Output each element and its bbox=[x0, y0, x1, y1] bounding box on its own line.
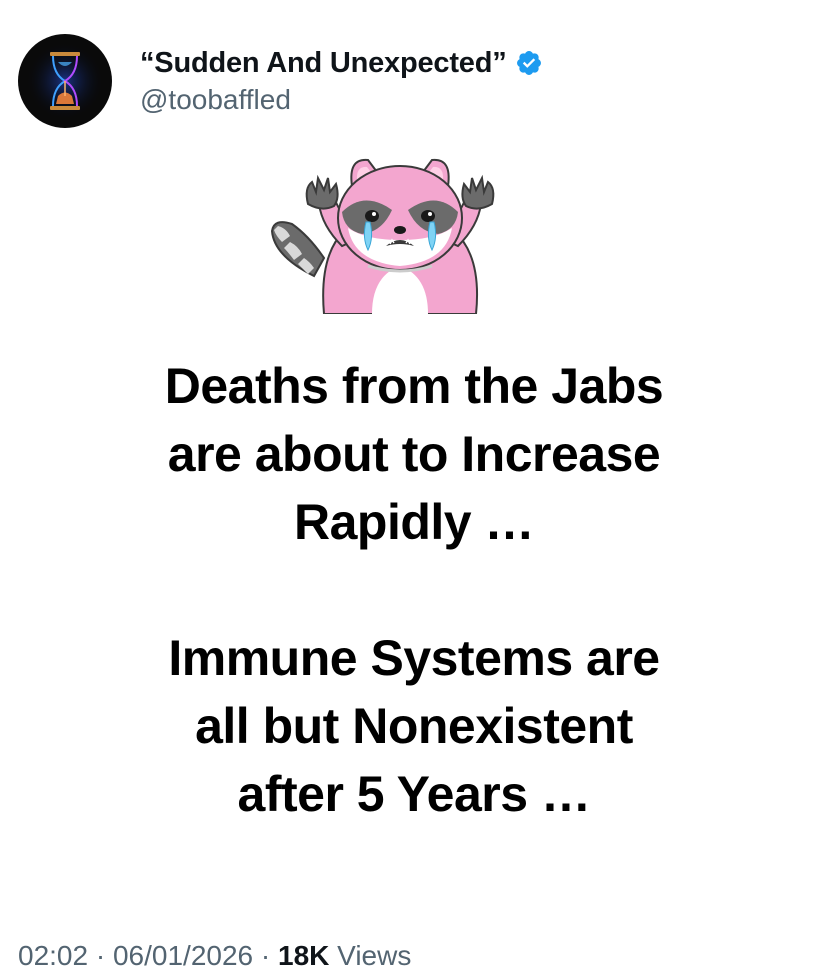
meta-separator: · bbox=[260, 940, 271, 971]
meta-separator: · bbox=[95, 940, 106, 971]
name-row: “Sudden And Unexpected” bbox=[140, 47, 543, 80]
raccoon-tail bbox=[270, 221, 326, 278]
user-block: “Sudden And Unexpected” @toobaffled bbox=[140, 47, 543, 116]
display-name[interactable]: “Sudden And Unexpected” bbox=[140, 47, 507, 80]
post-text-line: Rapidly … bbox=[294, 494, 534, 550]
post-time[interactable]: 02:02 bbox=[18, 940, 88, 971]
post-text-line: all but Nonexistent bbox=[195, 698, 633, 754]
post-text: Deaths from the Jabs are about to Increa… bbox=[60, 352, 768, 828]
user-handle[interactable]: @toobaffled bbox=[140, 84, 543, 116]
post-text-line: Immune Systems are bbox=[168, 630, 660, 686]
post-text-line: Deaths from the Jabs bbox=[164, 358, 664, 414]
views-count[interactable]: 18K bbox=[278, 940, 329, 971]
post-text-line: after 5 Years … bbox=[237, 766, 591, 822]
post-date[interactable]: 06/01/2026 bbox=[113, 940, 253, 971]
hourglass-icon bbox=[25, 41, 105, 121]
post-header: “Sudden And Unexpected” @toobaffled bbox=[18, 34, 543, 128]
views-label[interactable]: Views bbox=[337, 940, 411, 971]
post-meta: 02:02 · 06/01/2026 · 18K Views bbox=[18, 940, 411, 972]
avatar[interactable] bbox=[18, 34, 112, 128]
crying-raccoon-sticker bbox=[264, 146, 536, 315]
verified-badge-icon[interactable] bbox=[515, 49, 543, 77]
post-text-line: are about to Increase bbox=[167, 426, 661, 482]
